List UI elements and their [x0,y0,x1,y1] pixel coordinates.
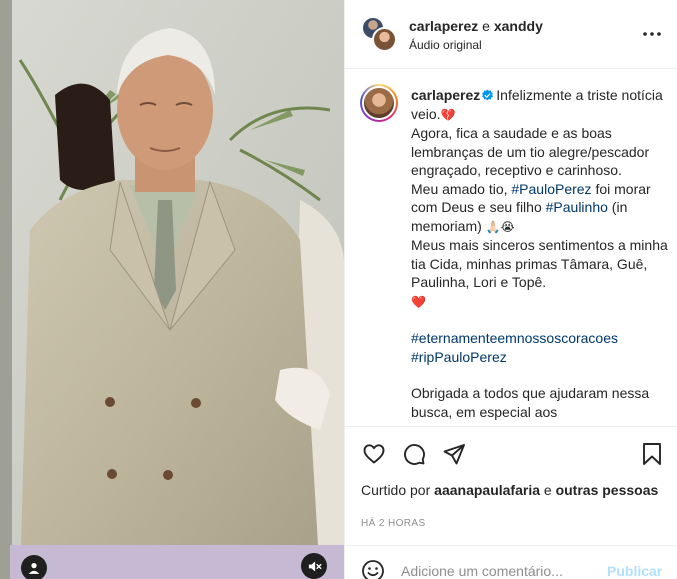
hashtag-link[interactable]: #ripPauloPerez [411,348,669,367]
muted-speaker-icon [308,561,321,571]
likes-prefix: Curtido por [361,482,431,498]
pray-cry-emoji: 🙏🏻😭 [485,219,515,234]
send-icon [443,444,465,465]
post-caption: carlaperez Infelizmente a triste notícia … [411,86,669,421]
post-authors: carlaperez e xanddy [409,18,543,34]
caption-username[interactable]: carlaperez [411,87,480,103]
comment-icon [404,444,425,465]
broken-heart-emoji: 💔 [440,107,456,122]
post-photo [0,0,344,579]
bookmark-icon [643,443,661,465]
avatar[interactable] [372,27,397,52]
more-icon [643,32,661,36]
likes-connector: e [543,482,552,498]
more-options-button[interactable] [641,24,663,44]
author-link-carlaperez[interactable]: carlaperez [409,18,478,34]
liker-username[interactable]: aaanapaulafaria [434,482,540,498]
other-likers-link[interactable]: outras pessoas [556,482,659,498]
caption-text: Obrigada a todos que ajudaram nessa busc… [411,385,650,420]
caption-text: Meu amado tio, [411,180,512,197]
heart-icon [363,444,385,464]
verified-badge-icon [482,89,494,101]
hashtag-link[interactable]: #eternamenteemnossoscoracoes [411,329,669,348]
post-comment-button[interactable]: Publicar [607,563,662,579]
comment-button[interactable] [401,441,427,467]
emoji-button[interactable] [361,559,385,579]
audio-label[interactable]: Áudio original [409,38,482,52]
hashtag-link[interactable]: #PauloPerez [511,181,591,197]
save-button[interactable] [639,441,665,467]
post-actions-bar [345,426,677,480]
red-heart-emoji: ❤️ [411,294,426,309]
post-side-panel: carlaperez e xanddy Áudio original carla… [344,0,677,579]
comment-input[interactable] [401,561,601,579]
author-link-xanddy[interactable]: xanddy [494,18,543,34]
post-media[interactable] [0,0,344,579]
post-header: carlaperez e xanddy Áudio original [345,0,677,69]
hashtag-link[interactable]: #Paulinho [546,199,608,215]
authors-connector: e [482,18,490,34]
caption-scroll-area[interactable]: carlaperez Infelizmente a triste notícia … [345,70,677,426]
mute-button[interactable] [301,553,327,579]
user-tag-button[interactable] [21,555,47,579]
comment-composer: Publicar [345,545,677,579]
avatar[interactable] [360,84,398,122]
likes-summary: Curtido por aaanapaulafaria e outras pes… [361,481,661,499]
share-button[interactable] [441,441,467,467]
like-button[interactable] [361,441,387,467]
post-timestamp[interactable]: HÁ 2 HORAS [361,518,426,529]
caption-text: Agora, fica a saudade e as boas lembranç… [411,125,650,178]
caption-text: Meus mais sinceros sentimentos a minha t… [411,237,668,290]
emoji-icon [362,560,384,579]
avatar-stack[interactable] [361,16,397,52]
user-tag-icon [28,563,40,574]
